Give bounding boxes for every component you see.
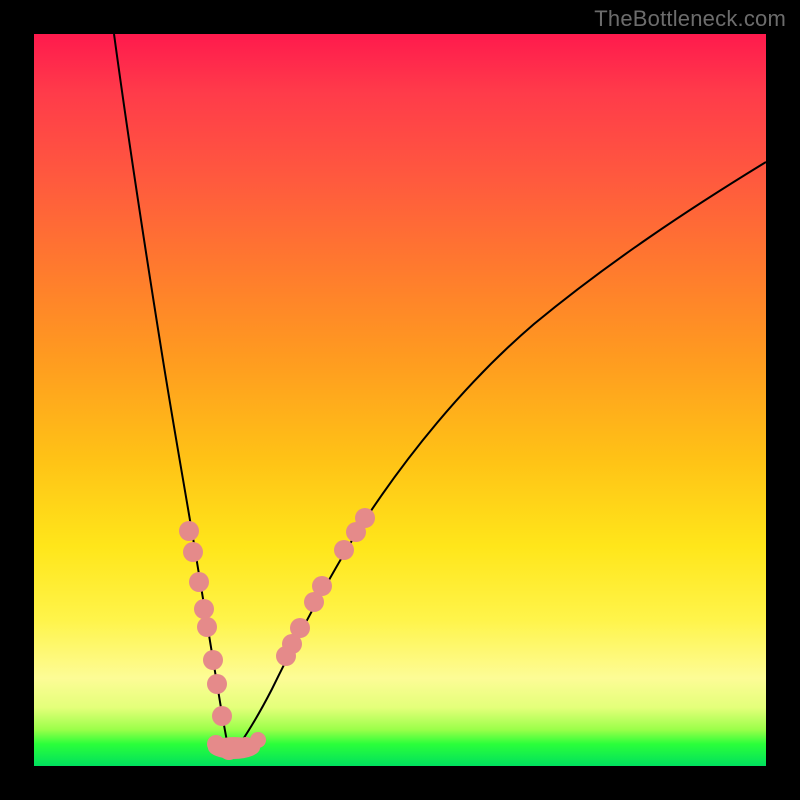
marker-dot xyxy=(290,618,310,638)
marker-dot xyxy=(312,576,332,596)
marker-dot xyxy=(183,542,203,562)
curve-layer xyxy=(34,34,766,766)
left-curve xyxy=(114,34,231,756)
marker-dot xyxy=(355,508,375,528)
marker-dot xyxy=(189,572,209,592)
marker-dot xyxy=(203,650,223,670)
left-markers xyxy=(179,521,232,726)
marker-dot xyxy=(334,540,354,560)
right-curve xyxy=(231,162,766,756)
marker-dot xyxy=(197,617,217,637)
marker-dot xyxy=(179,521,199,541)
marker-dot xyxy=(212,706,232,726)
valley-marker-dot xyxy=(219,740,239,760)
watermark-text: TheBottleneck.com xyxy=(594,6,786,32)
marker-dot xyxy=(207,674,227,694)
valley-marker-dot xyxy=(250,732,266,748)
marker-dot xyxy=(194,599,214,619)
right-markers xyxy=(276,508,375,666)
chart-frame: TheBottleneck.com xyxy=(0,0,800,800)
plot-area xyxy=(34,34,766,766)
